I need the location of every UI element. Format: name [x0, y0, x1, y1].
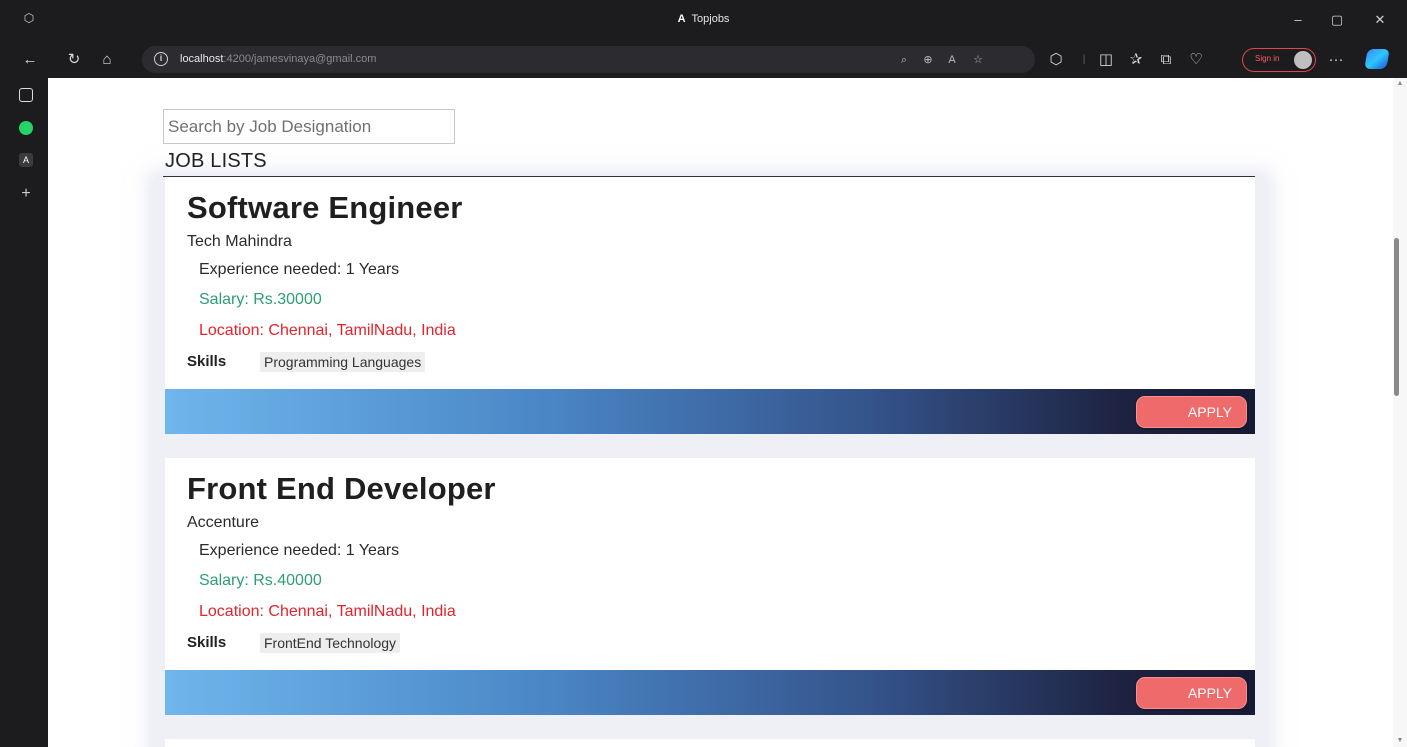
window-title-bar: ⬡ A Topjobs – ▢ ✕: [0, 0, 1407, 40]
search-input[interactable]: [163, 109, 455, 144]
page-title: JOB LISTS: [165, 150, 267, 172]
address-bar[interactable]: i localhost:4200/jamesvinaya@gmail.com ⌕…: [142, 46, 1035, 73]
scroll-up-arrow-icon[interactable]: ▲: [1393, 78, 1407, 90]
url-host: localhost: [180, 53, 224, 65]
apply-button[interactable]: APPLY: [1136, 396, 1247, 428]
scroll-down-arrow-icon[interactable]: ▼: [1393, 735, 1407, 747]
close-button[interactable]: ✕: [1370, 10, 1390, 30]
favorite-star-icon[interactable]: ☆: [970, 52, 986, 68]
zoom-icon[interactable]: ⊕: [920, 52, 936, 68]
url-text[interactable]: localhost:4200/jamesvinaya@gmail.com: [180, 53, 376, 65]
scrollbar-thumb[interactable]: [1394, 238, 1399, 396]
copilot-icon[interactable]: [1364, 49, 1390, 69]
favorites-icon[interactable]: ✰: [1126, 50, 1146, 70]
page-viewport: JOB LISTS Software Engineer Tech Mahindr…: [48, 78, 1393, 747]
company-name: Tech Mahindra: [187, 233, 292, 250]
more-menu-button[interactable]: ···: [1326, 50, 1346, 70]
split-screen-icon[interactable]: ◫: [1096, 50, 1116, 70]
experience-text: Experience needed: 1 Years: [199, 261, 400, 278]
url-path: :4200/jamesvinaya@gmail.com: [223, 53, 377, 65]
whatsapp-tab-icon[interactable]: [19, 121, 33, 135]
new-tab-icon[interactable]: +: [19, 186, 33, 202]
salary-text: Salary: Rs.40000: [199, 572, 322, 589]
refresh-icon[interactable]: ↻: [64, 50, 84, 70]
skill-chip: FrontEnd Technology: [260, 633, 401, 653]
tab-logo: A: [677, 13, 686, 25]
sign-in-label: Sign in: [1255, 54, 1280, 63]
window-title: A Topjobs: [0, 13, 1407, 25]
search-icon[interactable]: ⌕: [896, 52, 912, 68]
company-name: Accenture: [187, 514, 260, 531]
collections-icon[interactable]: ⧉: [1156, 50, 1176, 70]
sign-in-button[interactable]: Sign in: [1242, 48, 1316, 72]
job-title: Software Engineer: [187, 190, 463, 225]
job-card: [165, 739, 1255, 747]
skill-chip: Programming Languages: [260, 352, 426, 372]
extensions-icon[interactable]: ⬡: [1046, 50, 1066, 70]
browser-essentials-icon[interactable]: ♡: [1186, 50, 1206, 70]
experience-text: Experience needed: 1 Years: [199, 542, 400, 559]
skills-label: Skills: [187, 634, 227, 651]
home-icon[interactable]: ⌂: [97, 50, 117, 70]
salary-text: Salary: Rs.30000: [199, 291, 322, 308]
site-info-icon[interactable]: i: [154, 52, 168, 66]
location-text: Location: Chennai, TamilNadu, India: [199, 322, 456, 339]
location-text: Location: Chennai, TamilNadu, India: [199, 603, 456, 620]
back-arrow-icon[interactable]: ←: [20, 50, 40, 70]
topjobs-tab-icon[interactable]: A: [19, 153, 33, 167]
page-scrollbar[interactable]: [1393, 78, 1407, 747]
toolbar-divider: |: [1082, 54, 1086, 65]
card-footer: APPLY: [165, 389, 1255, 434]
minimize-button[interactable]: –: [1288, 10, 1308, 30]
job-card: Software Engineer Tech Mahindra Experien…: [165, 177, 1255, 434]
apply-button[interactable]: APPLY: [1136, 677, 1247, 709]
browser-toolbar: ← ↻ ⌂ i localhost:4200/jamesvinaya@gmail…: [0, 40, 1407, 78]
read-aloud-icon[interactable]: A: [944, 52, 960, 68]
job-card: Front End Developer Accenture Experience…: [165, 458, 1255, 715]
job-title: Front End Developer: [187, 471, 496, 506]
tab-actions-icon[interactable]: [19, 88, 33, 102]
avatar: [1294, 51, 1312, 69]
card-footer: APPLY: [165, 670, 1255, 715]
window-title-text: Topjobs: [691, 13, 730, 25]
vertical-tab-sidebar: A +: [0, 78, 48, 747]
restore-button[interactable]: ▢: [1327, 10, 1347, 30]
skills-label: Skills: [187, 353, 227, 370]
